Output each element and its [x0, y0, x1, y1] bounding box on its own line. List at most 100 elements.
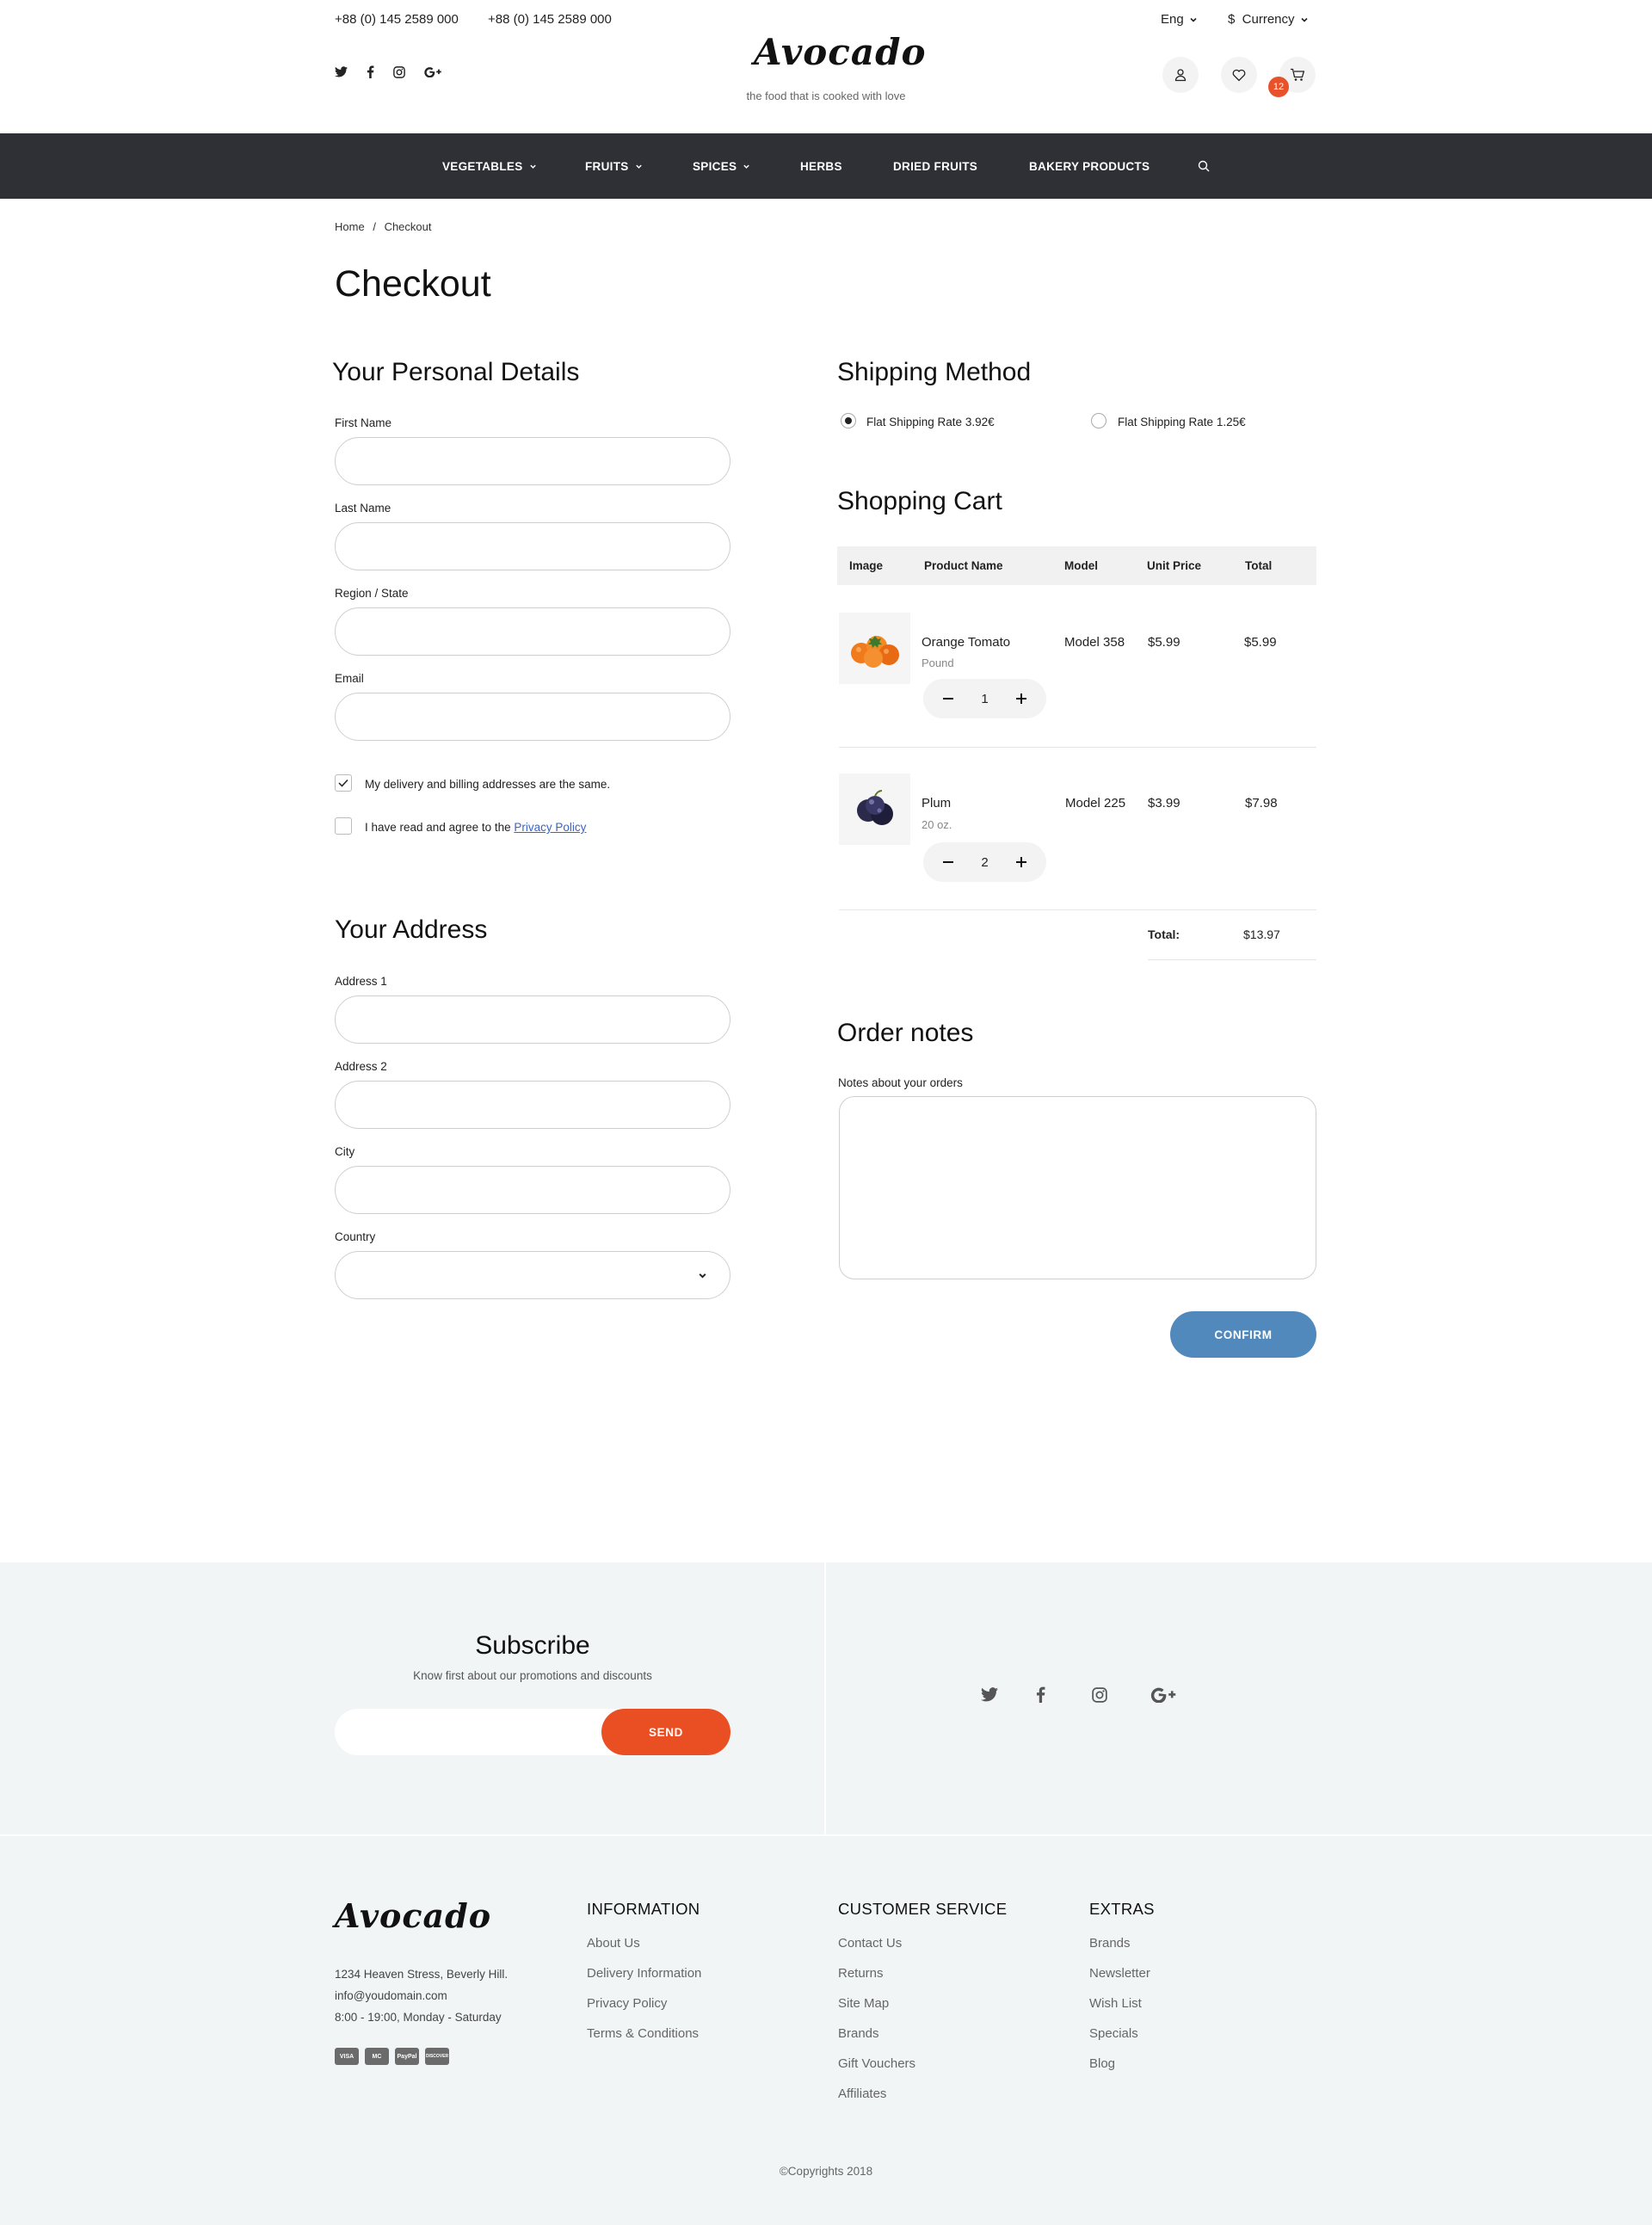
chevron-down-icon [1190, 17, 1197, 22]
total-divider [1148, 959, 1316, 960]
nav-item-label: VEGETABLES [442, 159, 523, 173]
nav-item-bakery-products[interactable]: BAKERY PRODUCTS [1029, 133, 1150, 199]
footer-link[interactable]: Affiliates [838, 2086, 886, 2101]
footer-link[interactable]: Specials [1089, 2026, 1138, 2041]
twitter-icon[interactable] [981, 1687, 998, 1702]
mastercard-icon: MC [365, 2048, 389, 2065]
wishlist-button[interactable] [1221, 57, 1257, 93]
nav-item-fruits[interactable]: FRUITS [585, 133, 643, 199]
footer-extras-title: EXTRAS [1089, 1900, 1155, 1918]
col-image: Image [849, 559, 884, 572]
confirm-button[interactable]: CONFIRM [1170, 1311, 1316, 1358]
footer-link[interactable]: Newsletter [1089, 1966, 1150, 1981]
nav-item-dried-fruits[interactable]: DRIED FRUITS [893, 133, 977, 199]
minus-icon[interactable] [942, 693, 954, 705]
privacy-agree-label: I have read and agree to the Privacy Pol… [365, 821, 586, 834]
header-social [335, 65, 441, 78]
subscribe-title: Subscribe [475, 1631, 590, 1660]
product-name[interactable]: Orange Tomato [922, 635, 1010, 650]
footer-link[interactable]: Brands [838, 2026, 879, 2041]
footer-email[interactable]: info@youdomain.com [335, 1989, 447, 2002]
language-select[interactable]: Eng [1161, 12, 1198, 27]
site-logo[interactable]: Avocado [754, 31, 926, 73]
facebook-icon[interactable] [1036, 1686, 1045, 1703]
currency-select[interactable]: $ Currency [1228, 12, 1309, 27]
breadcrumb: Home / Checkout [335, 220, 431, 233]
product-model: Model 358 [1064, 635, 1125, 650]
footer-address: 1234 Heaven Stress, Beverly Hill. [335, 1968, 509, 1981]
google-plus-icon[interactable] [1150, 1686, 1176, 1703]
address1-label: Address 1 [335, 975, 387, 988]
nav-item-spices[interactable]: SPICES [693, 133, 750, 199]
google-plus-icon[interactable] [424, 66, 441, 77]
address2-field[interactable] [335, 1081, 730, 1129]
subscribe-band [0, 1562, 1652, 1834]
last-name-label: Last Name [335, 502, 391, 515]
subscribe-description: Know first about our promotions and disc… [413, 1669, 652, 1682]
facebook-icon[interactable] [367, 65, 374, 78]
subscribe-send-button[interactable]: SEND [601, 1709, 730, 1755]
product-unit: Pound [922, 656, 954, 669]
chevron-down-icon [699, 1273, 706, 1279]
order-notes-textarea[interactable] [839, 1096, 1316, 1279]
nav-item-label: SPICES [693, 159, 737, 173]
footer-link[interactable]: Contact Us [838, 1936, 902, 1951]
email-field[interactable] [335, 693, 730, 741]
footer-link[interactable]: Brands [1089, 1936, 1131, 1951]
nav-item-herbs[interactable]: HERBS [800, 133, 842, 199]
breadcrumb-separator: / [373, 220, 376, 233]
product-image-orange-tomato[interactable] [839, 613, 910, 684]
city-field[interactable] [335, 1166, 730, 1214]
band-divider [824, 1562, 826, 1834]
account-button[interactable] [1162, 57, 1199, 93]
first-name-label: First Name [335, 416, 392, 429]
col-model: Model [1064, 559, 1098, 572]
privacy-policy-link[interactable]: Privacy Policy [514, 821, 586, 834]
privacy-agree-text: I have read and agree to the [365, 821, 515, 834]
footer-logo[interactable]: Avocado [335, 1896, 491, 1935]
shipping-method-title: Shipping Method [837, 358, 1032, 386]
instagram-icon[interactable] [393, 65, 405, 78]
product-image-plum[interactable] [839, 774, 910, 845]
instagram-icon[interactable] [1092, 1686, 1107, 1703]
first-name-field[interactable] [335, 437, 730, 485]
phone-1[interactable]: +88 (0) 145 2589 000 [335, 12, 459, 27]
country-label: Country [335, 1230, 376, 1243]
last-name-field[interactable] [335, 522, 730, 570]
footer-link[interactable]: Privacy Policy [587, 1996, 667, 2011]
plus-icon[interactable] [1015, 856, 1027, 868]
phone-2[interactable]: +88 (0) 145 2589 000 [488, 12, 612, 27]
site-tagline: the food that is cooked with love [746, 89, 906, 102]
footer-link[interactable]: Delivery Information [587, 1966, 701, 1981]
footer-link[interactable]: Returns [838, 1966, 884, 1981]
same-address-checkbox[interactable] [335, 774, 352, 792]
shipping-option-2-radio[interactable] [1091, 413, 1106, 428]
footer-link[interactable]: Terms & Conditions [587, 2026, 699, 2041]
product-name[interactable]: Plum [922, 796, 951, 810]
privacy-agree-checkbox[interactable] [335, 817, 352, 835]
country-select[interactable] [335, 1251, 730, 1299]
address1-field[interactable] [335, 995, 730, 1044]
twitter-icon[interactable] [335, 66, 348, 77]
visa-card-icon: VISA [335, 2048, 359, 2065]
footer-link[interactable]: Gift Vouchers [838, 2056, 915, 2071]
chevron-down-icon [743, 164, 750, 169]
quantity-value[interactable]: 2 [981, 855, 988, 870]
minus-icon[interactable] [942, 856, 954, 868]
email-label: Email [335, 672, 364, 685]
nav-item-vegetables[interactable]: VEGETABLES [442, 133, 537, 199]
currency-label: $ Currency [1228, 12, 1295, 27]
footer-link[interactable]: Blog [1089, 2056, 1115, 2071]
shipping-option-1-radio[interactable] [841, 413, 856, 428]
breadcrumb-home[interactable]: Home [335, 220, 365, 233]
quantity-value[interactable]: 1 [981, 692, 988, 706]
chevron-down-icon [529, 164, 536, 169]
region-field[interactable] [335, 607, 730, 656]
footer-link[interactable]: About Us [587, 1936, 640, 1951]
footer-link[interactable]: Site Map [838, 1996, 889, 2011]
plus-icon[interactable] [1015, 693, 1027, 705]
footer-link[interactable]: Wish List [1089, 1996, 1142, 2011]
radio-selected-dot [845, 417, 852, 424]
nav-search-button[interactable] [1198, 133, 1210, 199]
col-product-name: Product Name [924, 559, 1003, 572]
